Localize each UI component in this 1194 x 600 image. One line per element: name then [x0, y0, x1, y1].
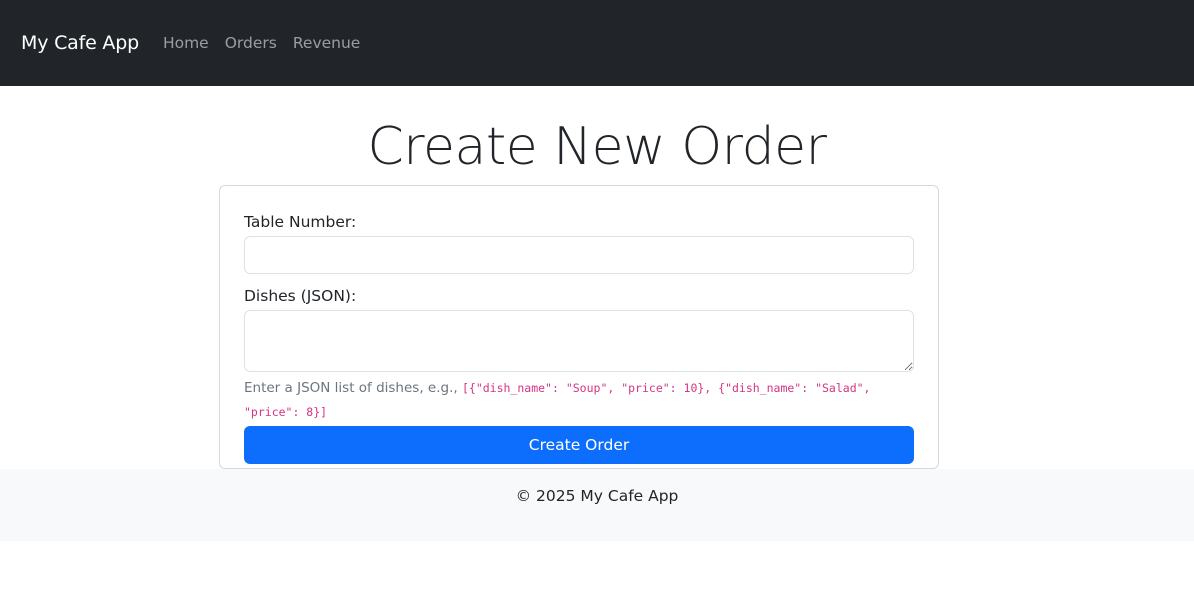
- dishes-json-textarea[interactable]: [244, 310, 914, 372]
- dishes-help-text: Enter a JSON list of dishes, e.g., [{"di…: [244, 376, 914, 424]
- order-form-card: Table Number: Dishes (JSON): Enter a JSO…: [219, 185, 939, 469]
- page-title: Create New Order: [367, 117, 827, 177]
- nav-link-home[interactable]: Home: [163, 34, 209, 52]
- table-number-label: Table Number:: [244, 213, 357, 231]
- brand-link[interactable]: My Cafe App: [21, 32, 139, 54]
- table-number-input[interactable]: [244, 236, 914, 274]
- footer: © 2025 My Cafe App: [0, 469, 1194, 541]
- footer-copyright: © 2025 My Cafe App: [515, 487, 679, 505]
- create-order-button[interactable]: Create Order: [244, 426, 914, 464]
- help-prefix: Enter a JSON list of dishes, e.g.,: [244, 380, 458, 396]
- nav-link-orders[interactable]: Orders: [225, 34, 277, 52]
- dishes-label: Dishes (JSON):: [244, 287, 357, 305]
- top-navbar: My Cafe App Home Orders Revenue: [0, 0, 1194, 86]
- nav-link-revenue[interactable]: Revenue: [293, 34, 361, 52]
